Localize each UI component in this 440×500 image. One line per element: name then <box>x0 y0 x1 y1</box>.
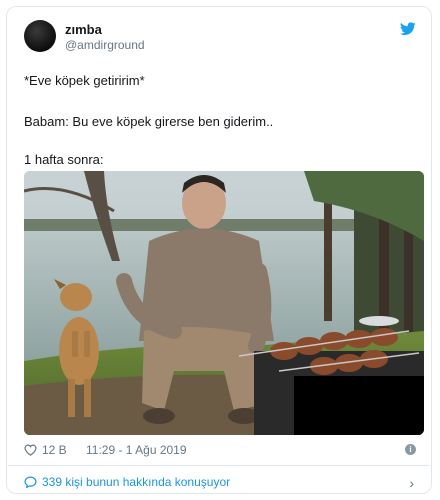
twitter-bird-icon[interactable] <box>400 22 416 36</box>
user-handle[interactable]: @amdirground <box>65 38 145 52</box>
tweet-line: 1 hafta sonra: <box>24 152 104 167</box>
display-name[interactable]: zımba <box>65 22 102 37</box>
tweet-header: zımba @amdirground <box>24 20 416 60</box>
speech-bubble-icon <box>24 476 37 488</box>
divider <box>8 465 430 466</box>
tweet-card[interactable]: zımba @amdirground *Eve köpek getiririm*… <box>6 6 432 494</box>
chevron-right-icon[interactable]: › <box>409 475 414 491</box>
tweet-timestamp[interactable]: 11:29 - 1 Ağu 2019 <box>86 443 187 457</box>
conversation-cta[interactable]: 339 kişi bunun hakkında konuşuyor <box>42 475 230 489</box>
avatar[interactable] <box>24 20 56 52</box>
heart-icon[interactable] <box>24 444 37 456</box>
conversation-link[interactable]: 339 kişi bunun hakkında konuşuyor › <box>24 474 416 492</box>
tweet-line: *Eve köpek getiririm* <box>24 73 145 88</box>
tweet-line: Babam: Bu eve köpek girerse ben giderim.… <box>24 114 274 129</box>
tweet-meta: 12 B 11:29 - 1 Ağu 2019 i <box>24 443 416 459</box>
photo-illustration <box>24 171 424 435</box>
tweet-photo[interactable] <box>24 171 424 435</box>
like-count[interactable]: 12 B <box>42 443 67 457</box>
info-icon[interactable]: i <box>405 444 416 455</box>
